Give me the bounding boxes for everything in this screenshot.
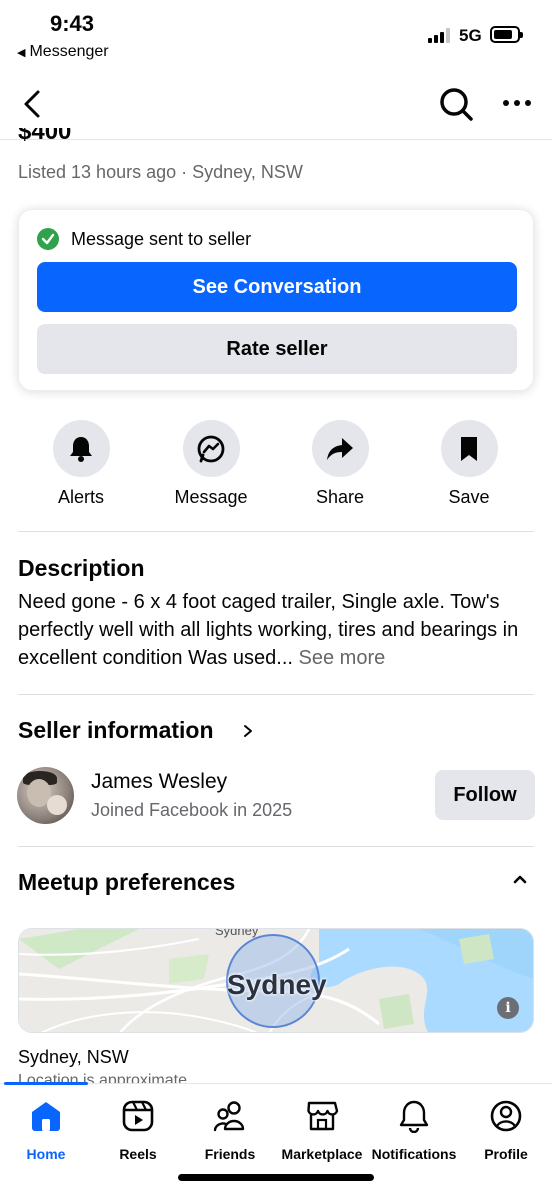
meetup-title: Meetup preferences [18,869,236,895]
tab-marketplace-label: Marketplace [281,1146,363,1162]
seller-info-title[interactable]: Seller information [18,717,214,744]
more-dots-icon[interactable] [502,96,532,110]
search-icon[interactable] [436,84,476,124]
tab-reels-label: Reels [119,1146,157,1162]
top-nav-bar [0,70,552,140]
tab-notifications[interactable]: Notifications [368,1098,460,1162]
description-title: Description [18,555,145,581]
profile-icon [488,1098,524,1134]
listing-price: $400 [18,128,72,142]
battery-icon [490,26,523,43]
signal-icon [428,27,450,43]
description-body: Need gone - 6 x 4 foot caged trailer, Si… [18,588,538,672]
network-type: 5G [459,26,482,45]
back-app-label: Messenger [29,43,109,60]
description-text: Need gone - 6 x 4 foot caged trailer, Si… [18,591,519,669]
info-icon[interactable]: i [497,997,519,1019]
chevron-right-icon[interactable] [240,720,256,742]
tab-notifications-label: Notifications [371,1146,457,1162]
alerts-action[interactable]: Alerts [26,420,136,508]
bell-icon [396,1098,432,1134]
divider [18,531,534,532]
listing-meta: Listed 13 hours ago · Sydney, NSW [18,162,303,182]
message-sent-row: Message sent to seller [37,228,251,250]
messenger-icon [182,420,240,477]
tab-friends-label: Friends [204,1146,256,1162]
tab-profile-label: Profile [484,1146,528,1162]
share-arrow-icon [311,420,369,477]
divider [18,846,534,847]
rate-seller-button[interactable]: Rate seller [37,324,517,374]
chevron-up-icon[interactable] [512,873,528,885]
tab-reels[interactable]: Reels [92,1098,184,1162]
tab-home[interactable]: Home [0,1098,92,1162]
share-label: Share [315,487,365,507]
bookmark-icon [440,420,498,477]
marketplace-icon [304,1098,340,1134]
see-conversation-button[interactable]: See Conversation [37,262,517,312]
listing-actions: Alerts Message Share Save [0,420,552,510]
status-bar: 9:43 ◀ Messenger 5G [0,0,552,70]
message-sent-card: Message sent to seller See Conversation … [18,209,534,391]
bell-icon [52,420,110,477]
avatar[interactable] [17,767,74,824]
status-time: 9:43 [50,11,95,36]
message-sent-text: Message sent to seller [71,228,252,249]
message-label: Message [174,487,248,507]
home-icon [28,1098,64,1134]
save-label: Save [448,487,490,507]
home-indicator [178,1174,374,1181]
friends-icon [212,1098,248,1134]
seller-name[interactable]: James Wesley [91,770,227,794]
chevron-left-icon[interactable] [18,86,48,122]
alerts-label: Alerts [57,487,104,507]
share-action[interactable]: Share [285,420,395,508]
seller-joined: Joined Facebook in 2025 [91,800,293,820]
map-label-top: Sydney [215,928,259,938]
back-triangle-icon: ◀ [17,46,26,59]
see-more-link[interactable]: See more [299,647,386,669]
tab-friends[interactable]: Friends [184,1098,276,1162]
check-circle-icon [37,228,59,250]
map-label: Sydney [227,969,327,1000]
back-to-app-link[interactable]: ◀ Messenger [17,43,109,61]
save-action[interactable]: Save [414,420,524,508]
message-action[interactable]: Message [156,420,266,508]
reels-icon [120,1098,156,1134]
active-tab-indicator [4,1082,88,1085]
tab-marketplace[interactable]: Marketplace [276,1098,368,1162]
location-map[interactable]: Sydney Sydney i [18,928,534,1033]
tab-profile[interactable]: Profile [460,1098,552,1162]
follow-button[interactable]: Follow [435,770,535,820]
divider [18,694,534,695]
meetup-location: Sydney, NSW [18,1047,129,1067]
tab-home-label: Home [26,1146,66,1162]
